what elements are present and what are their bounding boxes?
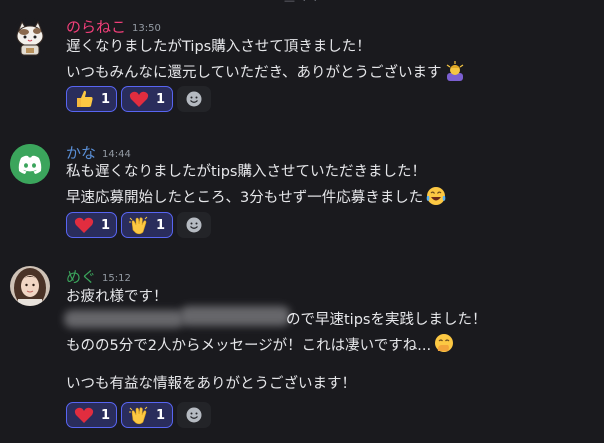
redacted-text: [180, 306, 290, 326]
add-reaction-button[interactable]: [177, 402, 211, 428]
face-hand-over-mouth-icon: [433, 333, 455, 355]
reaction-clapping[interactable]: 1: [121, 212, 173, 238]
cat-avatar-icon: [10, 18, 50, 58]
avatar[interactable]: [10, 266, 50, 306]
smiley-add-icon: [186, 407, 202, 423]
heart-icon: [74, 217, 94, 233]
reaction-heart[interactable]: 1: [66, 212, 117, 238]
reaction-heart[interactable]: 1: [121, 86, 173, 112]
timestamp: 15:12: [102, 273, 131, 284]
smiley-add-icon: [186, 217, 202, 233]
avatar[interactable]: [10, 144, 50, 184]
message-line: いつも有益な情報をありがとうございます！: [66, 376, 356, 392]
message-line: いつもみんなに還元していただき、ありがとうございます: [66, 60, 466, 83]
timestamp: 14:44: [102, 149, 131, 160]
message-line: 早速応募開始したところ、3分もせず一件応募きました: [66, 185, 447, 208]
heart-icon: [129, 91, 149, 107]
redacted-text: [64, 310, 184, 328]
reaction-count: 1: [156, 407, 166, 423]
timestamp: 13:50: [132, 23, 161, 34]
avatar[interactable]: [10, 18, 50, 58]
reaction-heart[interactable]: 1: [66, 402, 117, 428]
reaction-count: 1: [101, 407, 111, 423]
message-line: ので早速tipsを実践しました！: [286, 312, 487, 328]
clapping-hands-icon: [129, 216, 148, 235]
top-fragment: — · ·: [284, 0, 319, 7]
add-reaction-button[interactable]: [177, 212, 211, 238]
message-line: 私も遅くなりましたがtips購入させていただきました！: [66, 164, 426, 180]
reaction-count: 1: [101, 217, 111, 233]
reaction-thumbs-up[interactable]: 1: [66, 86, 117, 112]
tears-of-joy-icon: [425, 185, 447, 207]
author-name[interactable]: かな: [66, 144, 96, 162]
author-name[interactable]: めぐ: [66, 268, 96, 286]
clapping-hands-icon: [129, 406, 148, 425]
smiley-add-icon: [186, 91, 202, 107]
woman-avatar-icon: [10, 266, 50, 306]
reaction-count: 1: [156, 91, 166, 107]
message-line: お疲れ様です！: [66, 289, 168, 305]
author-name[interactable]: のらねこ: [66, 18, 126, 36]
add-reaction-button[interactable]: [177, 86, 211, 112]
reaction-count: 1: [101, 91, 111, 107]
reaction-count: 1: [156, 217, 166, 233]
message-line: ものの5分で2人からメッセージが！これは凄いですね...: [66, 333, 455, 356]
person-bowing-icon: [444, 60, 466, 82]
thumbs-up-icon: [77, 90, 93, 107]
discord-logo-icon: [10, 144, 50, 184]
reaction-clapping[interactable]: 1: [121, 402, 173, 428]
message-line: 遅くなりましたがTips購入させて頂きました！: [66, 39, 371, 55]
heart-icon: [74, 407, 94, 423]
